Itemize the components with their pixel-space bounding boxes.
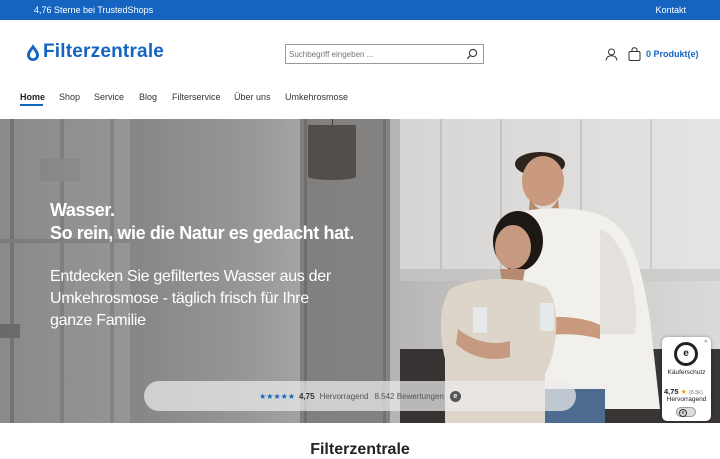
top-bar: 4,76 Sterne bei TrustedShops Kontakt	[0, 0, 720, 20]
logo-text: Filterzentrale	[43, 41, 165, 62]
nav-active-underline	[20, 104, 43, 106]
nav-item-umkehrosmose[interactable]: Umkehrosmose	[285, 92, 348, 102]
rating-review-count: 8.542 Bewertungen	[374, 391, 444, 401]
trust-widget-score: 4,75	[664, 387, 679, 396]
trustedshops-widget[interactable]: ✕ e Käuferschutz 4,75 ★ (8.5k) Hervorrag…	[662, 337, 711, 421]
search-icon[interactable]	[466, 48, 478, 60]
nav-item-home[interactable]: Home	[20, 92, 45, 102]
star-icon: ★	[680, 389, 687, 396]
logo[interactable]: Filterzentrale	[26, 41, 164, 63]
hero-headline: Wasser. So rein, wie die Natur es gedach…	[50, 199, 354, 245]
trust-widget-title: Käuferschutz	[667, 369, 706, 376]
main-nav: Home Shop Service Blog Filterservice Übe…	[0, 88, 720, 119]
cart-count[interactable]: 0 Produkt(e)	[646, 49, 699, 59]
rating-bar-content: ★★★★★ 4,75 Hervorragend 8.542 Bewertunge…	[144, 381, 576, 411]
section-title: Filterzentrale	[310, 441, 410, 458]
water-drop-icon	[27, 43, 39, 61]
nav-item-ueber-uns[interactable]: Über uns	[234, 92, 271, 102]
widget-close-icon[interactable]: ✕	[704, 339, 708, 345]
hero-headline-line1: Wasser.	[50, 200, 115, 220]
nav-item-shop[interactable]: Shop	[59, 92, 80, 102]
contact-link[interactable]: Kontakt	[655, 5, 686, 15]
search-input[interactable]	[289, 47, 459, 61]
hero-banner: Wasser. So rein, wie die Natur es gedach…	[0, 119, 720, 423]
hero-subline: Entdecken Sie gefiltertes Wasser aus der…	[50, 268, 331, 329]
trust-widget-toggle[interactable]: e	[676, 407, 696, 417]
trustedshops-seal-icon: e	[674, 342, 698, 366]
trustedshops-rating-link[interactable]: 4,76 Sterne bei TrustedShops	[34, 5, 153, 15]
header: Filterzentrale 0 Produkt(e)	[0, 20, 720, 88]
hero-headline-line2: So rein, wie die Natur es gedacht hat.	[50, 223, 354, 243]
search-box[interactable]	[285, 44, 484, 64]
nav-item-filterservice[interactable]: Filterservice	[172, 92, 221, 102]
trust-widget-grade: Hervorragend	[666, 396, 707, 403]
rating-bar[interactable]: ★★★★★ 4,75 Hervorragend 8.542 Bewertunge…	[144, 381, 576, 411]
trustedshops-e-icon: e	[449, 390, 461, 402]
user-icon[interactable]	[605, 48, 618, 61]
rating-score: 4,75	[298, 391, 315, 401]
trustedshops-e-icon: e	[679, 409, 687, 417]
rating-label: Hervorragend	[319, 391, 369, 401]
rating-stars: ★★★★★	[259, 391, 295, 401]
nav-item-blog[interactable]: Blog	[139, 92, 157, 102]
trust-widget-score-row: 4,75 ★ (8.5k)	[664, 387, 711, 396]
cart-icon[interactable]	[628, 47, 641, 61]
nav-item-service[interactable]: Service	[94, 92, 124, 102]
